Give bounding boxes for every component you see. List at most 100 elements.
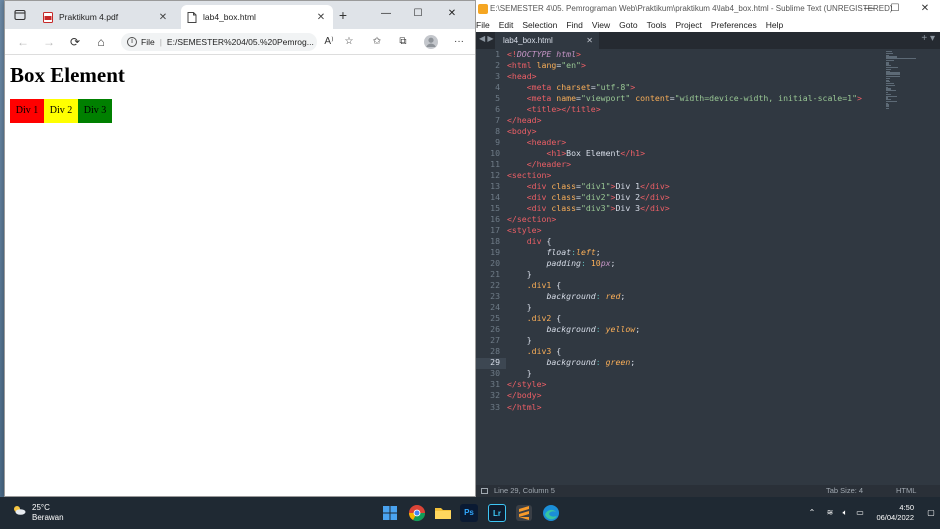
code-line[interactable]: background: green; [507,357,907,368]
code-line[interactable]: <header> [507,137,907,148]
minimize-button[interactable]: — [371,1,401,27]
code-line[interactable]: </header> [507,159,907,170]
back-button[interactable]: ← [15,34,31,50]
code-line[interactable]: <!DOCTYPE html> [507,49,907,60]
code-line[interactable]: <html lang="en"> [507,60,907,71]
refresh-button[interactable]: ⟳ [67,34,83,50]
menu-view[interactable]: View [592,20,610,30]
tab-actions-icon[interactable] [14,9,26,21]
tab-pdf[interactable]: Praktikum 4.pdf ✕ [37,5,175,29]
close-icon[interactable]: ✕ [157,12,169,23]
volume-icon[interactable]: 🔈︎ [838,497,852,529]
code-line[interactable]: <title></title> [507,104,907,115]
info-icon[interactable]: i [127,37,137,47]
code-token: </div> [640,192,670,203]
sublime-tab-lab4[interactable]: lab4_box.html ✕ [495,32,599,49]
code-line[interactable]: </section> [507,214,907,225]
weather-temp: 25°C [32,503,50,512]
code-line[interactable]: <body> [507,126,907,137]
code-line[interactable]: padding: 10px; [507,258,907,269]
lightroom-icon[interactable]: Lr [488,504,506,522]
address-bar[interactable]: i File | E:/SEMESTER%204/05.%20Pemrog... [121,33,317,51]
tab-scroll-arrows-icon[interactable]: ◀ ▶ [479,34,494,43]
menu-tools[interactable]: Tools [647,20,667,30]
code-line[interactable]: </head> [507,115,907,126]
line-number: 4 [495,82,500,93]
home-button[interactable]: ⌂ [93,34,109,50]
code-line[interactable]: <h1>Box Element</h1> [507,148,907,159]
maximize-button[interactable]: ☐ [882,0,908,18]
read-aloud-icon[interactable]: A⁾ [321,34,337,50]
code-token: <html [507,60,532,71]
code-line[interactable]: div { [507,236,907,247]
close-window-button[interactable]: ✕ [437,1,467,27]
code-line[interactable]: } [507,335,907,346]
code-token: Box Element [566,148,621,159]
tab-lab4-box[interactable]: lab4_box.html ✕ [181,5,333,29]
system-clock[interactable]: 4:50 06/04/2022 [876,503,914,523]
code-line[interactable]: <div class="div3">Div 3</div> [507,203,907,214]
code-line[interactable]: float:left; [507,247,907,258]
code-line[interactable]: } [507,368,907,379]
close-icon[interactable]: ✕ [586,32,593,49]
show-hidden-icons-button[interactable]: ⌃ [805,497,819,529]
code-editor[interactable]: 1 2 3 4 5 6 7 8 9 10 11 12 13 14 15 16 17 18 19 20 21 22 23 24 2… [476,49,940,485]
close-icon[interactable]: ✕ [315,12,327,23]
code-line[interactable]: </style> [507,379,907,390]
minimap[interactable] [886,51,920,110]
photoshop-icon[interactable]: Ps [460,504,478,522]
maximize-button[interactable]: ☐ [403,1,433,27]
code-line[interactable]: background: red; [507,291,907,302]
edge-icon[interactable] [542,504,560,522]
favorites-icon[interactable]: ✩ [369,34,385,50]
new-tab-button[interactable]: + [335,7,351,23]
menu-find[interactable]: Find [566,20,583,30]
sublime-icon[interactable] [515,504,533,522]
code-line[interactable]: background: yellow; [507,324,907,335]
code-token: <head> [507,71,537,82]
div2-box: Div 2 [44,99,78,123]
more-options-icon[interactable]: ··· [451,34,467,50]
code-line[interactable]: <meta name="viewport" content="width=dev… [507,93,907,104]
code-line[interactable]: <div class="div2">Div 2</div> [507,192,907,203]
pdf-icon [43,11,53,23]
code-line[interactable]: .div2 { [507,313,907,324]
battery-icon[interactable]: ▭ [853,497,867,529]
code-line[interactable]: </html> [507,402,907,413]
profile-avatar-icon[interactable] [423,34,439,50]
wifi-icon[interactable]: ≋ [823,497,837,529]
code-line[interactable]: <section> [507,170,907,181]
code-line[interactable]: <meta charset="utf-8"> [507,82,907,93]
folder-icon[interactable] [434,504,452,522]
code-line[interactable]: </body> [507,390,907,401]
code-line[interactable]: <head> [507,71,907,82]
code-area[interactable]: <!DOCTYPE html> <html lang="en"> <head> <m… [507,49,907,413]
code-token: <title></title> [526,104,601,115]
menu-edit[interactable]: Edit [499,20,514,30]
code-line[interactable]: <div class="div1">Div 1</div> [507,181,907,192]
windows-logo-icon[interactable] [381,504,399,522]
code-line[interactable]: <style> [507,225,907,236]
notification-icon[interactable]: ▢ [924,497,938,529]
code-line[interactable]: } [507,269,907,280]
menu-selection[interactable]: Selection [522,20,557,30]
chrome-icon[interactable] [408,504,426,522]
code-line[interactable]: .div3 { [507,346,907,357]
menu-file[interactable]: File [476,20,490,30]
panel-toggle-icon[interactable] [481,488,488,494]
menu-preferences[interactable]: Preferences [711,20,757,30]
close-window-button[interactable]: ✕ [912,0,938,18]
syntax-indicator[interactable]: HTML [896,485,916,497]
collections-icon[interactable]: ⧉ [395,34,411,50]
weather-widget[interactable]: 25°C Berawan [12,503,64,523]
menu-goto[interactable]: Goto [619,20,637,30]
minimize-button[interactable]: — [856,0,882,18]
code-line[interactable]: } [507,302,907,313]
forward-button[interactable]: → [41,34,57,50]
add-favorite-icon[interactable]: ☆ [341,34,357,50]
menu-project[interactable]: Project [675,20,701,30]
tab-size-indicator[interactable]: Tab Size: 4 [826,485,863,497]
menu-help[interactable]: Help [766,20,783,30]
code-line[interactable]: .div1 { [507,280,907,291]
add-tab-icon[interactable]: + ▾ [921,33,935,44]
